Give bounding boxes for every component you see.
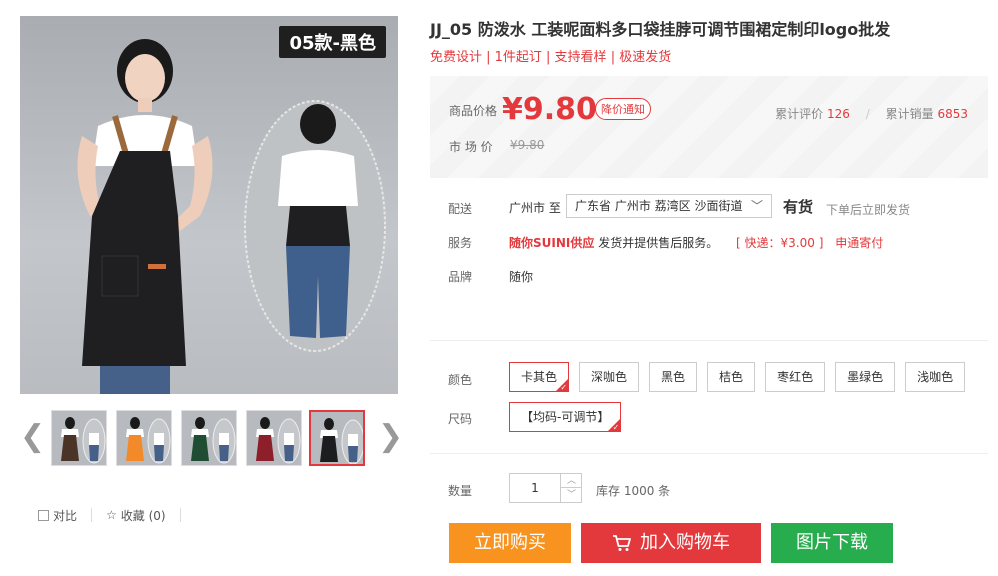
quantity-decrease-button[interactable]: ﹀ [560,488,582,502]
service-info: 随你SUINI供应 发货并提供售后服务。 [ 快递：¥3.00 ] 申通寄付 [509,234,883,251]
stock-note: 下单后立即发货 [826,203,911,217]
section-divider [430,340,988,341]
color-option[interactable]: 枣红色 [765,362,826,392]
chevron-down-icon: ﹀ [750,199,763,213]
shop-link[interactable]: 随你SUINI供应 [509,236,594,250]
review-label: 累计评价 [775,107,824,121]
model-illustration [77,39,386,394]
thumbnail-image [256,417,301,464]
size-label: 尺码 [448,412,473,426]
color-option[interactable]: 桔色 [707,362,756,392]
thumbnail-strip: ❮ ❯ [20,408,403,468]
thumbnail[interactable] [309,410,365,466]
thumbnail[interactable] [181,410,237,466]
compare-checkbox[interactable] [38,509,49,521]
size-option[interactable]: 【均码-可调节】 [509,402,622,433]
variant-badge: 05款-黑色 [279,26,386,58]
sales-stats: 累计评价 126 / 累计销量 6853 [775,105,968,122]
tools-divider-end [179,508,181,522]
brand-label: 品牌 [448,270,473,284]
thumbnail-image [126,417,171,464]
thumbnail-next-arrow[interactable]: ❯ [378,418,403,458]
color-option[interactable]: 深咖色 [579,362,640,392]
color-option[interactable]: 卡其色 [509,362,570,393]
product-title: JJ_05 防泼水 工装呢面料多口袋挂脖可调节围裙定制印logo批发 [430,20,891,39]
quantity-stepper: 1 ︿ ﹀ [509,473,582,503]
price-label: 商品价格 [449,104,498,118]
promo-line: 免费设计 | 1件起订 | 支持看样 | 极速发货 [430,50,672,65]
thumbnail-prev-arrow[interactable]: ❮ [20,418,45,458]
color-option[interactable]: 黑色 [649,362,698,392]
quantity-label: 数量 [448,484,473,498]
thumbnail-image [320,418,363,464]
add-to-cart-label: 加入购物车 [640,532,730,553]
price-drop-notify-button[interactable]: 降价通知 [595,98,651,120]
thumbnail-image [191,417,236,464]
favorite-button[interactable]: ☆ 收藏 (0) [106,507,166,524]
compare-label: 对比 [53,508,78,523]
service-text: 发货并提供售后服务。 [598,236,719,250]
tools-divider [91,508,93,522]
gallery-tools: 对比 ☆ 收藏 (0) [38,505,195,525]
quantity-increase-button[interactable]: ︿ [560,474,582,488]
image-download-button[interactable]: 图片下载 [771,523,893,563]
address-selector[interactable]: 广东省 广州市 荔湾区 沙面街道 ﹀ [566,194,772,218]
quantity-input[interactable]: 1 [510,474,560,502]
sales-label: 累计销量 [885,107,934,121]
market-price-label: 市 场 价 [449,140,493,154]
thumbnail[interactable] [116,410,172,466]
review-count[interactable]: 126 [827,107,850,121]
color-option[interactable]: 浅咖色 [905,362,966,392]
price-panel: 商品价格 ¥9.80 降价通知 市 场 价 ¥9.80 累计评价 126 / 累… [430,76,988,178]
color-option[interactable]: 墨绿色 [835,362,896,392]
sales-count: 6853 [937,107,968,121]
cart-icon [613,535,631,551]
delivery-origin: 广州市 至 [509,201,561,215]
color-label: 颜色 [448,373,473,387]
star-icon: ☆ [106,508,117,522]
stock-status: 有货 [783,198,814,216]
shipping-carrier: 申通寄付 [835,236,884,250]
service-label: 服务 [448,236,473,250]
add-to-cart-button[interactable]: 加入购物车 [581,523,761,563]
thumbnail-image [61,417,106,464]
stats-separator: / [865,107,870,121]
thumbnail[interactable] [246,410,302,466]
delivery-label: 配送 [448,202,473,216]
inventory-text: 库存 1000 条 [596,484,671,498]
market-price-value: ¥9.80 [510,138,545,152]
shipping-fee: [ 快递：¥3.00 ] [736,236,824,250]
section-divider [430,453,988,454]
color-options: 卡其色深咖色黑色桔色枣红色墨绿色浅咖色 [509,362,966,393]
brand-value: 随你 [509,270,534,284]
buy-now-button[interactable]: 立即购买 [449,523,571,563]
compare-toggle[interactable]: 对比 [38,507,77,524]
favorite-label: 收藏 (0) [120,508,166,523]
price-value: ¥9.80 [502,92,597,127]
main-product-image[interactable]: 05款-黑色 [20,16,398,394]
address-text: 广东省 广州市 荔湾区 沙面街道 [575,199,743,213]
thumbnail[interactable] [51,410,107,466]
size-options: 【均码-可调节】 [509,402,622,433]
